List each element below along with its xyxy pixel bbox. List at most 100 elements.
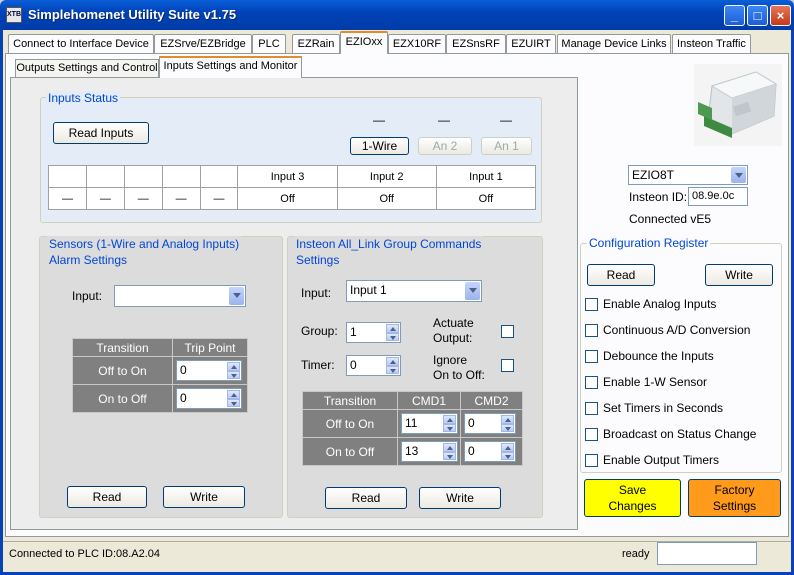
spin-down-icon[interactable]: [443, 423, 456, 432]
plc-status: Connected to PLC ID:08.A2.04: [9, 548, 161, 560]
alllink-group: [287, 236, 543, 518]
onewire-indicator: —: [373, 113, 385, 127]
spinner[interactable]: [443, 443, 456, 460]
sensors-title-line2: Alarm Settings: [49, 253, 128, 267]
tab-connect[interactable]: Connect to Interface Device: [8, 34, 154, 53]
spinner[interactable]: [227, 390, 240, 407]
spin-up-icon[interactable]: [386, 324, 399, 333]
trip-off-on-stepper[interactable]: 0: [176, 360, 242, 381]
config-read-button[interactable]: Read: [587, 264, 655, 286]
output-timers-label: Enable Output Timers: [603, 453, 720, 467]
value-cell: Off: [237, 187, 338, 210]
status-field[interactable]: [657, 542, 757, 565]
chevron-down-icon[interactable]: [465, 282, 480, 300]
alllink-write-button[interactable]: Write: [419, 487, 501, 509]
spin-down-icon[interactable]: [501, 423, 514, 432]
cmd1-header: CMD1: [397, 391, 461, 410]
device-model-select[interactable]: EZIO8T: [628, 165, 748, 185]
close-button[interactable]: ×: [770, 5, 791, 26]
an2-button[interactable]: An 2: [418, 137, 472, 155]
cmd-table: Transition CMD1 CMD2 Off to On 11 0 On t…: [302, 391, 523, 466]
spin-up-icon[interactable]: [386, 357, 399, 366]
spin-down-icon[interactable]: [386, 365, 399, 374]
chevron-down-icon[interactable]: [731, 167, 746, 183]
spin-up-icon[interactable]: [227, 390, 240, 399]
enable-1w-checkbox[interactable]: [585, 376, 598, 389]
header-cell: Input 3: [237, 165, 338, 188]
debounce-checkbox[interactable]: [585, 350, 598, 363]
spin-up-icon[interactable]: [443, 415, 456, 424]
sensors-title: Sensors (1-Wire and Analog Inputs) Alarm…: [47, 236, 242, 268]
output-timers-checkbox[interactable]: [585, 454, 598, 467]
spin-up-icon[interactable]: [501, 443, 514, 452]
minimize-button[interactable]: _: [724, 5, 745, 26]
maximize-button[interactable]: □: [747, 5, 768, 26]
tab-insteon-traffic[interactable]: Insteon Traffic: [672, 34, 751, 53]
timer-stepper[interactable]: 0: [346, 355, 401, 376]
alllink-read-button[interactable]: Read: [325, 487, 407, 509]
sensors-input-select[interactable]: [114, 285, 246, 307]
alllink-input-select[interactable]: Input 1: [346, 280, 482, 302]
enable-analog-checkbox[interactable]: [585, 298, 598, 311]
spin-down-icon[interactable]: [501, 451, 514, 460]
continuous-ad-checkbox[interactable]: [585, 324, 598, 337]
group-stepper[interactable]: 1: [346, 322, 401, 343]
cmd1-off-on-stepper[interactable]: 11: [401, 413, 458, 434]
alllink-input-label: Input:: [301, 286, 332, 300]
sensors-write-button[interactable]: Write: [163, 486, 245, 508]
spinner[interactable]: [227, 362, 240, 379]
spinner[interactable]: [501, 443, 514, 460]
spin-down-icon[interactable]: [386, 332, 399, 341]
tab-ezsrve[interactable]: EZSrve/EZBridge: [154, 34, 252, 53]
spinner[interactable]: [386, 324, 399, 341]
onewire-button[interactable]: 1-Wire: [350, 137, 409, 155]
tab-manage-links[interactable]: Manage Device Links: [557, 34, 671, 53]
timers-seconds-checkbox[interactable]: [585, 402, 598, 415]
tab-plc[interactable]: PLC: [252, 34, 286, 53]
cmd1-on-off-stepper[interactable]: 13: [401, 441, 458, 462]
table-row: Off to On 11 0: [302, 409, 523, 438]
table-row: Transition Trip Point: [72, 338, 248, 357]
spin-up-icon[interactable]: [443, 443, 456, 452]
spinner[interactable]: [501, 415, 514, 432]
header-cell: [199, 165, 239, 188]
sensors-read-button[interactable]: Read: [67, 486, 147, 508]
broadcast-checkbox[interactable]: [585, 428, 598, 441]
enable-analog-label: Enable Analog Inputs: [603, 297, 717, 311]
cmd1-off-on-value: 11: [405, 416, 418, 430]
actuate-line2: Output:: [433, 331, 473, 345]
broadcast-label: Broadcast on Status Change: [603, 427, 757, 441]
an1-button[interactable]: An 1: [481, 137, 532, 155]
subtab-outputs[interactable]: Outputs Settings and Control: [15, 59, 159, 77]
actuate-output-checkbox[interactable]: [501, 325, 514, 338]
trip-point-header: Trip Point: [172, 338, 248, 357]
tab-ezsnsrf[interactable]: EZSnsRF: [446, 34, 506, 53]
save-changes-button[interactable]: Save Changes: [584, 479, 681, 517]
subtab-inputs[interactable]: Inputs Settings and Monitor: [159, 56, 302, 78]
factory-settings-button[interactable]: Factory Settings: [688, 479, 781, 517]
insteon-id-field[interactable]: 08.9e.0c: [688, 187, 748, 206]
read-inputs-button[interactable]: Read Inputs: [53, 122, 149, 144]
trip-on-off-stepper[interactable]: 0: [176, 388, 242, 409]
cmd2-on-off-stepper[interactable]: 0: [464, 441, 516, 462]
spin-down-icon[interactable]: [443, 451, 456, 460]
header-cell: Input 1: [435, 165, 537, 188]
table-row: On to Off 0: [72, 384, 248, 413]
table-row: — — — — — Off Off Off: [48, 187, 537, 210]
spin-up-icon[interactable]: [227, 362, 240, 371]
tab-ezuirt[interactable]: EZUIRT: [506, 34, 556, 53]
tab-ezrain[interactable]: EZRain: [292, 34, 340, 53]
ignore-on-off-checkbox[interactable]: [501, 359, 514, 372]
tab-ezioxx[interactable]: EZIOxx: [340, 31, 388, 54]
tab-ezx10rf[interactable]: EZX10RF: [388, 34, 446, 53]
spin-down-icon[interactable]: [227, 398, 240, 407]
spin-up-icon[interactable]: [501, 415, 514, 424]
value-cell: —: [85, 187, 125, 210]
spinner[interactable]: [386, 357, 399, 374]
config-write-button[interactable]: Write: [705, 264, 773, 286]
spinner[interactable]: [443, 415, 456, 432]
chevron-down-icon[interactable]: [229, 287, 244, 305]
sensors-input-label: Input:: [72, 289, 103, 303]
cmd2-off-on-stepper[interactable]: 0: [464, 413, 516, 434]
spin-down-icon[interactable]: [227, 370, 240, 379]
